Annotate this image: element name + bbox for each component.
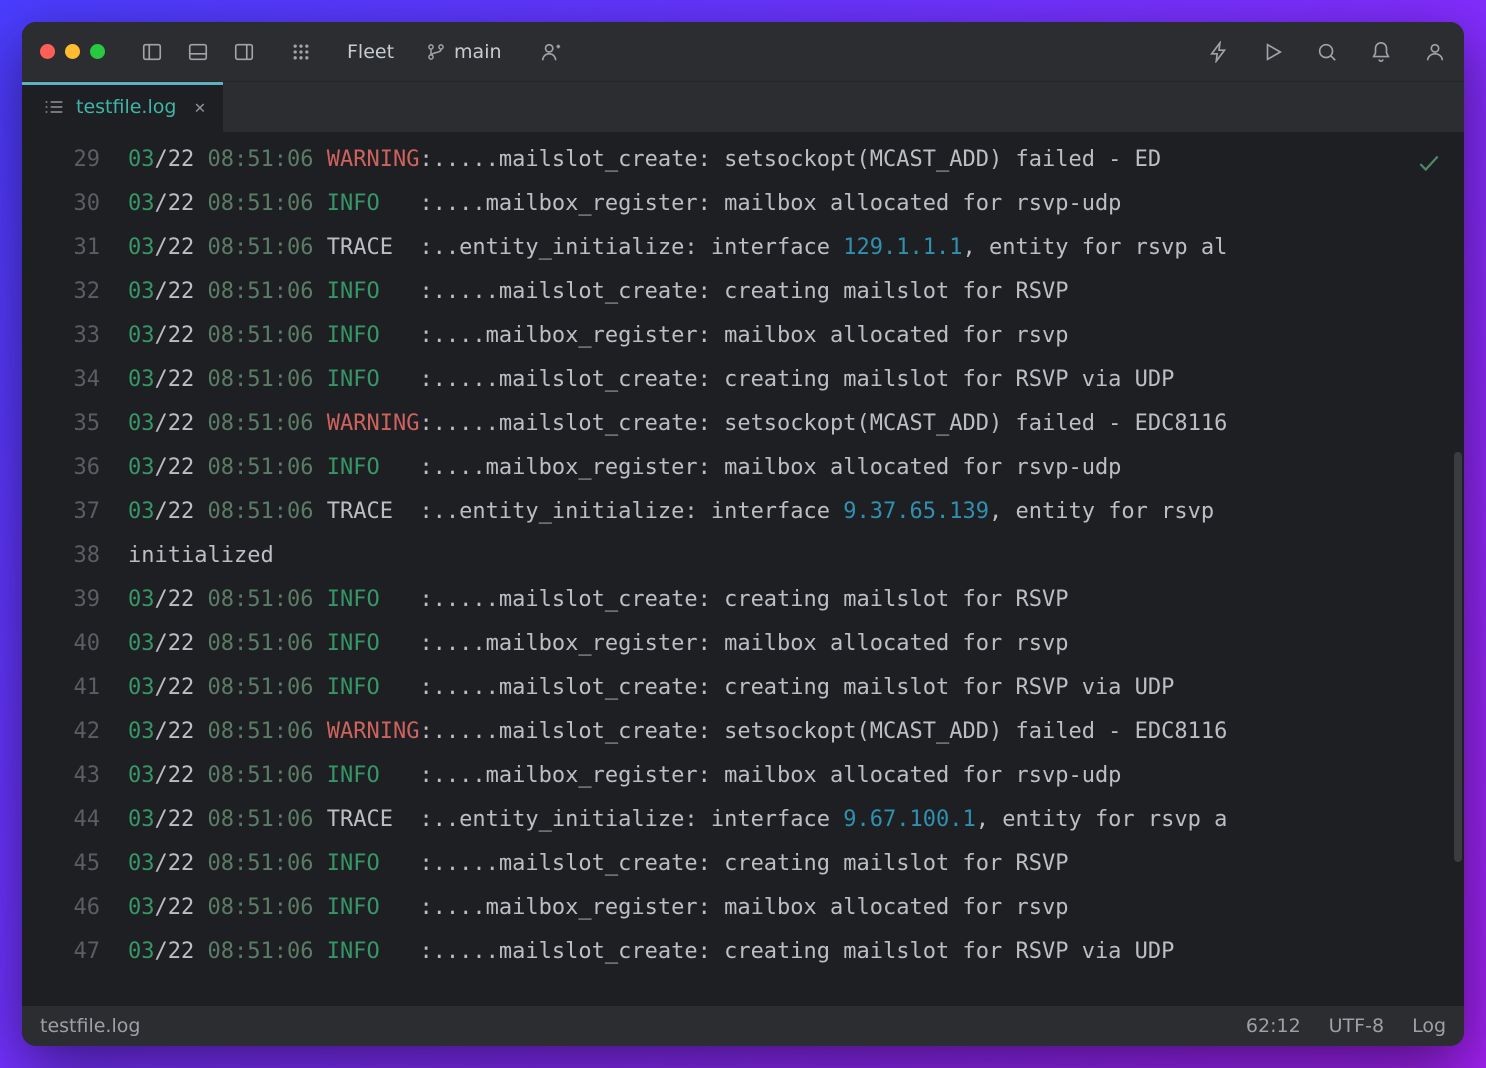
line-content: 03/22 08:51:06 INFO :.....mailslot_creat… bbox=[128, 578, 1068, 622]
branch-name: main bbox=[454, 41, 501, 63]
line-number: 31 bbox=[22, 226, 128, 270]
editor-line: 3503/22 08:51:06 WARNING:.....mailslot_c… bbox=[22, 402, 1464, 446]
line-number: 38 bbox=[22, 534, 128, 578]
line-content: 03/22 08:51:06 INFO :....mailbox_registe… bbox=[128, 446, 1121, 490]
window-controls bbox=[40, 44, 105, 59]
close-tab-icon[interactable]: ✕ bbox=[194, 97, 205, 118]
app-grid-icon[interactable] bbox=[291, 42, 311, 62]
line-content: 03/22 08:51:06 TRACE :..entity_initializ… bbox=[128, 490, 1227, 534]
editor-line: 38initialized bbox=[22, 534, 1464, 578]
line-number: 30 bbox=[22, 182, 128, 226]
line-content: 03/22 08:51:06 INFO :....mailbox_registe… bbox=[128, 182, 1121, 226]
titlebar-right-icons bbox=[1208, 41, 1446, 63]
close-window-button[interactable] bbox=[40, 44, 55, 59]
line-number: 46 bbox=[22, 886, 128, 930]
line-number: 29 bbox=[22, 138, 128, 182]
file-list-icon bbox=[44, 98, 64, 116]
line-number: 37 bbox=[22, 490, 128, 534]
profile-icon[interactable] bbox=[1424, 41, 1446, 63]
line-content: initialized bbox=[128, 534, 274, 578]
line-content: 03/22 08:51:06 WARNING:.....mailslot_cre… bbox=[128, 138, 1161, 182]
app-name[interactable]: Fleet bbox=[347, 41, 394, 63]
status-path[interactable]: testfile.log bbox=[40, 1015, 140, 1037]
status-caret-position[interactable]: 62:12 bbox=[1246, 1015, 1301, 1037]
line-content: 03/22 08:51:06 INFO :.....mailslot_creat… bbox=[128, 358, 1174, 402]
editor-line: 2903/22 08:51:06 WARNING:.....mailslot_c… bbox=[22, 138, 1464, 182]
line-number: 44 bbox=[22, 798, 128, 842]
line-number: 35 bbox=[22, 402, 128, 446]
tab-title: testfile.log bbox=[76, 96, 176, 118]
editor-line: 3703/22 08:51:06 TRACE :..entity_initial… bbox=[22, 490, 1464, 534]
editor-line: 3903/22 08:51:06 INFO :.....mailslot_cre… bbox=[22, 578, 1464, 622]
maximize-window-button[interactable] bbox=[90, 44, 105, 59]
tab-bar: testfile.log ✕ bbox=[22, 82, 1464, 132]
editor-line: 4603/22 08:51:06 INFO :....mailbox_regis… bbox=[22, 886, 1464, 930]
status-bar: testfile.log 62:12 UTF-8 Log bbox=[22, 1006, 1464, 1046]
line-number: 43 bbox=[22, 754, 128, 798]
add-user-icon[interactable] bbox=[540, 41, 562, 63]
editor-line: 4503/22 08:51:06 INFO :.....mailslot_cre… bbox=[22, 842, 1464, 886]
line-content: 03/22 08:51:06 WARNING:.....mailslot_cre… bbox=[128, 402, 1227, 446]
editor-line: 4403/22 08:51:06 TRACE :..entity_initial… bbox=[22, 798, 1464, 842]
run-icon[interactable] bbox=[1262, 41, 1284, 63]
editor-line: 3103/22 08:51:06 TRACE :..entity_initial… bbox=[22, 226, 1464, 270]
line-number: 45 bbox=[22, 842, 128, 886]
line-content: 03/22 08:51:06 INFO :.....mailslot_creat… bbox=[128, 270, 1068, 314]
editor-line: 3303/22 08:51:06 INFO :....mailbox_regis… bbox=[22, 314, 1464, 358]
line-content: 03/22 08:51:06 TRACE :..entity_initializ… bbox=[128, 226, 1227, 270]
line-number: 32 bbox=[22, 270, 128, 314]
line-content: 03/22 08:51:06 WARNING:.....mailslot_cre… bbox=[128, 710, 1227, 754]
editor-line: 3203/22 08:51:06 INFO :.....mailslot_cre… bbox=[22, 270, 1464, 314]
line-content: 03/22 08:51:06 INFO :.....mailslot_creat… bbox=[128, 930, 1174, 974]
line-number: 33 bbox=[22, 314, 128, 358]
panel-toggle-group bbox=[141, 41, 255, 63]
left-panel-toggle-icon[interactable] bbox=[141, 41, 163, 63]
editor-line: 4703/22 08:51:06 INFO :.....mailslot_cre… bbox=[22, 930, 1464, 974]
line-content: 03/22 08:51:06 TRACE :..entity_initializ… bbox=[128, 798, 1227, 842]
line-content: 03/22 08:51:06 INFO :....mailbox_registe… bbox=[128, 314, 1068, 358]
notifications-icon[interactable] bbox=[1370, 41, 1392, 63]
search-icon[interactable] bbox=[1316, 41, 1338, 63]
no-problems-checkmark-icon[interactable] bbox=[1416, 150, 1442, 180]
app-window: Fleet main bbox=[22, 22, 1464, 1046]
bottom-panel-toggle-icon[interactable] bbox=[187, 41, 209, 63]
line-number: 41 bbox=[22, 666, 128, 710]
line-number: 40 bbox=[22, 622, 128, 666]
titlebar: Fleet main bbox=[22, 22, 1464, 82]
line-content: 03/22 08:51:06 INFO :....mailbox_registe… bbox=[128, 754, 1121, 798]
branch-selector[interactable]: main bbox=[426, 41, 501, 63]
line-content: 03/22 08:51:06 INFO :....mailbox_registe… bbox=[128, 622, 1068, 666]
line-number: 47 bbox=[22, 930, 128, 974]
editor-line: 3603/22 08:51:06 INFO :....mailbox_regis… bbox=[22, 446, 1464, 490]
editor[interactable]: 2903/22 08:51:06 WARNING:.....mailslot_c… bbox=[22, 132, 1464, 1006]
line-number: 42 bbox=[22, 710, 128, 754]
editor-line: 4103/22 08:51:06 INFO :.....mailslot_cre… bbox=[22, 666, 1464, 710]
line-number: 39 bbox=[22, 578, 128, 622]
editor-line: 4003/22 08:51:06 INFO :....mailbox_regis… bbox=[22, 622, 1464, 666]
editor-line: 3403/22 08:51:06 INFO :.....mailslot_cre… bbox=[22, 358, 1464, 402]
line-number: 34 bbox=[22, 358, 128, 402]
right-panel-toggle-icon[interactable] bbox=[233, 41, 255, 63]
status-encoding[interactable]: UTF-8 bbox=[1329, 1015, 1384, 1037]
line-content: 03/22 08:51:06 INFO :.....mailslot_creat… bbox=[128, 666, 1174, 710]
vertical-scrollbar[interactable] bbox=[1454, 452, 1462, 862]
tab-testfile-log[interactable]: testfile.log ✕ bbox=[22, 82, 223, 132]
status-language[interactable]: Log bbox=[1412, 1015, 1446, 1037]
editor-line: 3003/22 08:51:06 INFO :....mailbox_regis… bbox=[22, 182, 1464, 226]
minimize-window-button[interactable] bbox=[65, 44, 80, 59]
line-number: 36 bbox=[22, 446, 128, 490]
line-content: 03/22 08:51:06 INFO :....mailbox_registe… bbox=[128, 886, 1068, 930]
line-content: 03/22 08:51:06 INFO :.....mailslot_creat… bbox=[128, 842, 1068, 886]
ai-bolt-icon[interactable] bbox=[1208, 41, 1230, 63]
editor-line: 4303/22 08:51:06 INFO :....mailbox_regis… bbox=[22, 754, 1464, 798]
branch-icon bbox=[426, 42, 446, 62]
editor-line: 4203/22 08:51:06 WARNING:.....mailslot_c… bbox=[22, 710, 1464, 754]
